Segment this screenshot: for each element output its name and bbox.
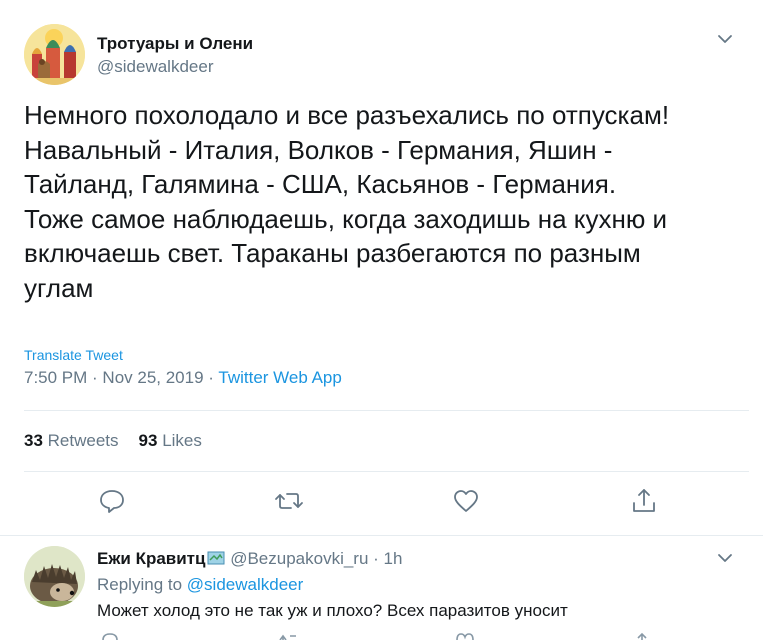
reply-author-name[interactable]: Ежи Кравитц [97, 549, 205, 568]
likes-count: 93 [138, 431, 158, 450]
divider [24, 410, 749, 411]
author-name[interactable]: Тротуары и Олени [97, 34, 253, 54]
translate-tweet-link[interactable]: Translate Tweet [24, 347, 123, 363]
reply-header: Ежи Кравитц @Bezupakovki_ru · 1h [97, 549, 402, 569]
avatar-illustration [24, 546, 85, 607]
chevron-down-icon[interactable] [716, 549, 734, 567]
map-flag-emoji-icon [207, 551, 225, 565]
tweet-text: Немного похолодало и все разъехались по … [24, 100, 670, 303]
retweet-icon[interactable] [278, 632, 298, 640]
reply-text: Может холод это не так уж и плохо? Всех … [97, 601, 568, 620]
author-avatar[interactable] [24, 24, 85, 85]
meta-separator: · [87, 368, 103, 387]
replying-to-handle[interactable]: @sidewalkdeer [187, 575, 303, 594]
retweet-icon[interactable] [272, 484, 306, 518]
divider [24, 471, 749, 472]
replying-to: Replying to @sidewalkdeer [97, 575, 303, 595]
author-handle[interactable]: @sidewalkdeer [97, 57, 213, 77]
retweets-label: Retweets [47, 431, 119, 450]
tweet-meta: 7:50 PM · Nov 25, 2019 · Twitter Web App [24, 368, 342, 388]
share-icon[interactable] [627, 484, 661, 518]
tweet-time[interactable]: 7:50 PM [24, 368, 87, 387]
meta-separator: · [368, 549, 384, 568]
chevron-down-icon[interactable] [716, 30, 734, 48]
tweet-separator [0, 535, 763, 536]
source-app-link[interactable]: Twitter Web App [218, 368, 341, 387]
reply-author-handle[interactable]: @Bezupakovki_ru [230, 549, 368, 568]
heart-icon[interactable] [455, 632, 475, 640]
likes-stat[interactable]: 93 Likes [139, 431, 202, 450]
share-icon[interactable] [632, 632, 652, 640]
reply-age[interactable]: 1h [384, 549, 403, 568]
reply-icon[interactable] [95, 484, 129, 518]
reply-author-avatar[interactable] [24, 546, 85, 607]
likes-label: Likes [162, 431, 202, 450]
avatar-illustration [24, 24, 85, 85]
tweet-stats: 33 Retweets 93 Likes [24, 431, 202, 451]
retweets-stat[interactable]: 33 Retweets [24, 431, 119, 450]
reply-icon[interactable] [100, 632, 120, 640]
meta-separator: · [203, 368, 219, 387]
replying-prefix: Replying to [97, 575, 187, 594]
tweet-date[interactable]: Nov 25, 2019 [102, 368, 203, 387]
retweets-count: 33 [24, 431, 43, 450]
heart-icon[interactable] [449, 484, 483, 518]
